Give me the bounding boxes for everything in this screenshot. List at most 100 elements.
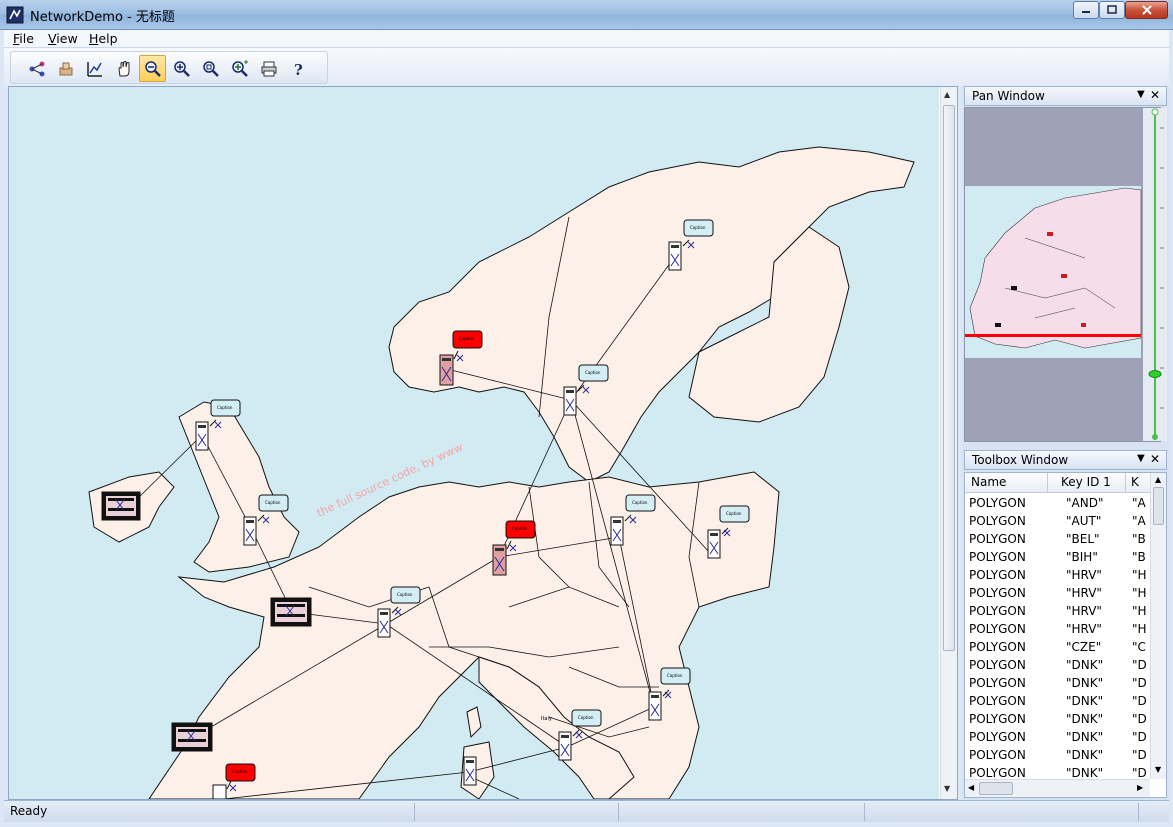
table-cell: POLYGON — [969, 496, 1026, 510]
scroll-up-icon[interactable]: ▲ — [1155, 475, 1161, 484]
table-cell: "H — [1132, 568, 1147, 582]
grid-horizontal-scrollbar[interactable]: ◀ ▶ — [965, 779, 1150, 797]
pane-menu-icon[interactable]: ▼ — [1137, 89, 1145, 100]
node-caption: Caption — [667, 673, 683, 678]
table-cell: "AUT" — [1066, 514, 1102, 528]
table-cell: "HRV" — [1066, 604, 1102, 618]
pan-minimap[interactable] — [965, 108, 1161, 442]
table-cell: "D — [1132, 712, 1147, 726]
zoom-fit-button[interactable] — [197, 55, 224, 82]
scroll-left-icon[interactable]: ◀ — [968, 783, 974, 792]
print-button[interactable] — [255, 55, 282, 82]
map-view[interactable]: the full source code, by www Italy Capti… — [8, 86, 958, 800]
table-cell: "HRV" — [1066, 568, 1102, 582]
router-device[interactable] — [101, 491, 141, 521]
chart-tool-button[interactable] — [81, 55, 108, 82]
status-bar: Ready — [4, 800, 1169, 822]
table-row[interactable]: POLYGON "DNK" "D — [965, 746, 1150, 764]
grid-hscroll-thumb[interactable] — [979, 782, 1013, 795]
table-cell: "B — [1132, 550, 1146, 564]
toolbox-window-title: Toolbox Window — [972, 453, 1069, 467]
menu-file[interactable]: File — [13, 31, 34, 46]
table-cell: "D — [1132, 694, 1147, 708]
map-vertical-scrollbar[interactable]: ▲ ▼ — [940, 87, 957, 799]
column-divider[interactable] — [1047, 473, 1048, 493]
table-row[interactable]: POLYGON "HRV" "H — [965, 620, 1150, 638]
column-divider[interactable] — [1125, 473, 1126, 493]
app-icon — [6, 6, 24, 24]
table-cell: "H — [1132, 586, 1147, 600]
pan-viewport-indicator[interactable] — [965, 334, 1141, 337]
table-cell: "DNK" — [1066, 730, 1104, 744]
column-header-k[interactable]: K — [1131, 475, 1139, 489]
table-row[interactable]: POLYGON "AND" "A — [965, 494, 1150, 512]
table-cell: "DNK" — [1066, 694, 1104, 708]
toolbar: ? — [4, 48, 1169, 86]
table-cell: "HRV" — [1066, 586, 1102, 600]
pan-hand-icon — [117, 60, 129, 76]
table-row[interactable]: POLYGON "DNK" "D — [965, 728, 1150, 746]
map-scroll-thumb[interactable] — [943, 105, 955, 651]
scroll-right-icon[interactable]: ▶ — [1137, 783, 1143, 792]
table-row[interactable]: POLYGON "DNK" "D — [965, 674, 1150, 692]
table-row[interactable]: POLYGON "CZE" "C — [965, 638, 1150, 656]
node-caption: Caption — [632, 500, 648, 505]
menu-help[interactable]: Help — [89, 31, 118, 46]
zoom-out-icon — [144, 60, 161, 77]
node-caption: Caption — [265, 500, 281, 505]
network-tool-button[interactable] — [23, 55, 50, 82]
pan-hand-button[interactable] — [110, 55, 137, 82]
menu-view[interactable]: View — [48, 31, 78, 46]
zoom-slider-track[interactable] — [1143, 108, 1167, 441]
table-row[interactable]: POLYGON "BEL" "B — [965, 530, 1150, 548]
minimize-button[interactable] — [1073, 1, 1099, 19]
close-button[interactable] — [1125, 1, 1168, 19]
table-cell: "H — [1132, 604, 1147, 618]
table-row[interactable]: POLYGON "DNK" "D — [965, 710, 1150, 728]
table-cell: "CZE" — [1066, 640, 1102, 654]
status-text: Ready — [10, 804, 48, 818]
map-canvas[interactable]: the full source code, by www Italy Capti… — [9, 87, 939, 799]
router-device[interactable] — [171, 722, 213, 752]
table-cell: "B — [1132, 532, 1146, 546]
zoom-in-button[interactable] — [168, 55, 195, 82]
help-button[interactable]: ? — [284, 55, 311, 82]
zoom-slider[interactable] — [1143, 108, 1167, 441]
table-cell: POLYGON — [969, 730, 1026, 744]
pan-window-header: Pan Window ▼ ✕ — [964, 86, 1167, 106]
scroll-up-icon[interactable]: ▲ — [944, 90, 950, 99]
zoom-plus-button[interactable] — [226, 55, 253, 82]
zoom-out-button[interactable] — [139, 55, 166, 82]
toolbox-grid[interactable]: Name Key ID 1 K POLYGON "AND" "A POLYGON "AU… — [964, 472, 1167, 798]
table-row[interactable]: POLYGON "HRV" "H — [965, 584, 1150, 602]
table-cell: POLYGON — [969, 622, 1026, 636]
table-row[interactable]: POLYGON "HRV" "H — [965, 566, 1150, 584]
status-divider — [414, 803, 415, 821]
title-bar: NetworkDemo - 无标题 — [0, 0, 1173, 30]
column-header-name[interactable]: Name — [971, 475, 1006, 489]
router-device[interactable] — [270, 597, 312, 627]
pane-close-icon[interactable]: ✕ — [1150, 452, 1160, 466]
column-header-key-id-1[interactable]: Key ID 1 — [1061, 475, 1111, 489]
grid-scroll-thumb[interactable] — [1153, 487, 1164, 525]
status-divider — [864, 803, 865, 821]
zoom-slider-thumb[interactable] — [1148, 370, 1162, 378]
table-cell: POLYGON — [969, 514, 1026, 528]
pane-close-icon[interactable]: ✕ — [1150, 88, 1160, 102]
scroll-down-icon[interactable]: ▼ — [944, 784, 950, 793]
node-caption: Caption — [217, 405, 233, 410]
maximize-icon — [1107, 5, 1117, 14]
server-node[interactable] — [463, 756, 477, 786]
table-row[interactable]: POLYGON "AUT" "A — [965, 512, 1150, 530]
table-row[interactable]: POLYGON "DNK" "D — [965, 692, 1150, 710]
pan-window-view[interactable] — [964, 107, 1161, 442]
maximize-button[interactable] — [1099, 1, 1125, 19]
grid-vertical-scrollbar[interactable]: ▲ ▼ — [1150, 473, 1166, 779]
scroll-down-icon[interactable]: ▼ — [1155, 765, 1161, 774]
table-row[interactable]: POLYGON "DNK" "D — [965, 656, 1150, 674]
pane-menu-icon[interactable]: ▼ — [1137, 453, 1145, 464]
layer-tool-button[interactable] — [52, 55, 79, 82]
svg-text:?: ? — [294, 61, 303, 78]
table-row[interactable]: POLYGON "BIH" "B — [965, 548, 1150, 566]
table-row[interactable]: POLYGON "HRV" "H — [965, 602, 1150, 620]
